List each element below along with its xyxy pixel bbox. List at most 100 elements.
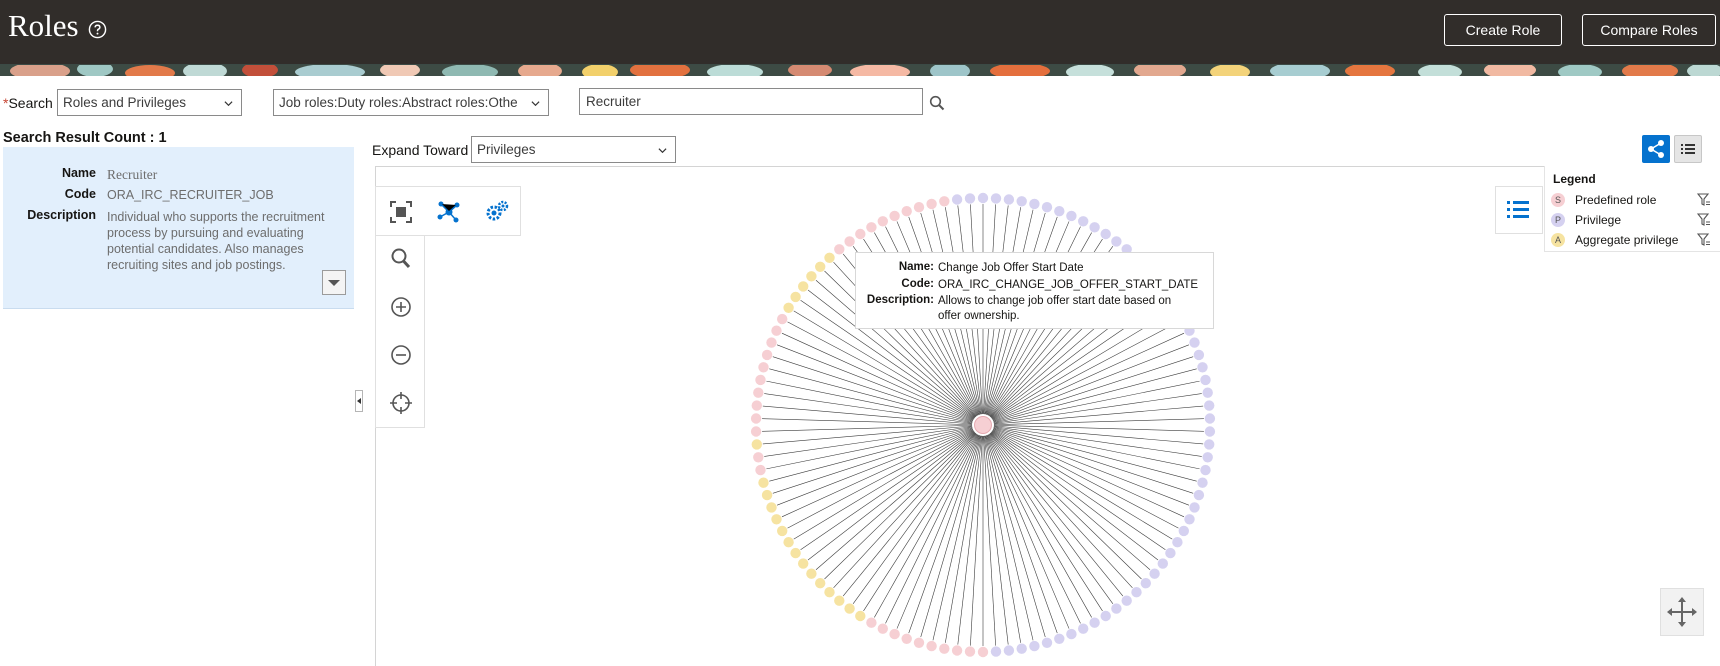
graph-node[interactable] [1016,196,1027,207]
graph-node[interactable] [755,374,766,386]
graph-node[interactable] [1149,568,1160,579]
list-view-button[interactable] [1674,135,1702,163]
graph-node[interactable] [844,603,855,614]
graph-node[interactable] [1003,194,1015,205]
settings-gears-icon[interactable] [484,199,510,225]
graph-node[interactable] [926,198,937,210]
graph-node[interactable] [1204,400,1215,411]
result-card[interactable]: Name Recruiter Code ORA_IRC_RECRUITER_JO… [3,147,354,309]
graph-node[interactable] [1089,617,1100,628]
graph-node[interactable] [977,192,989,204]
graph-node[interactable] [1165,547,1176,559]
graph-node[interactable] [866,222,877,233]
graph-node[interactable] [777,313,788,325]
graph-node[interactable] [815,578,826,589]
graph-node[interactable] [939,196,950,207]
graph-node[interactable] [901,206,912,217]
collapse-panel-handle[interactable] [355,390,363,412]
zoom-in-icon[interactable] [388,294,414,320]
expand-toward-select[interactable]: Privileges [471,136,676,163]
graph-node[interactable] [806,568,817,579]
filter-icon[interactable] [1697,213,1711,227]
graph-node[interactable] [1078,216,1089,227]
graph-node[interactable] [1197,477,1208,488]
center-target-icon[interactable] [388,390,414,416]
graph-node[interactable] [1100,228,1111,240]
graph-node[interactable] [1029,198,1040,210]
graph-node[interactable] [1189,502,1200,513]
graph-node[interactable] [1204,426,1216,437]
graph-node[interactable] [834,595,845,606]
graph-node[interactable] [1041,637,1053,648]
filter-icon[interactable] [1697,193,1711,207]
graph-node[interactable] [806,271,817,282]
graph-node[interactable] [951,194,963,205]
graph-node[interactable] [750,426,762,437]
graph-node[interactable] [1111,236,1122,247]
graph-node[interactable] [1193,349,1205,361]
graph-node[interactable] [889,628,900,640]
graph-node[interactable] [877,623,888,634]
graph-node[interactable] [766,502,777,513]
graph-node[interactable] [783,302,794,313]
graph-node[interactable] [777,525,788,537]
graph-node[interactable] [1157,558,1168,569]
graph-node[interactable] [798,558,809,569]
role-graph-canvas[interactable] [375,166,1720,666]
graph-node[interactable] [771,514,782,525]
graph-node[interactable] [939,643,950,654]
graph-node[interactable] [755,464,766,476]
graph-node[interactable] [901,633,912,644]
graph-node[interactable] [866,617,877,628]
help-icon[interactable] [88,20,107,39]
search-icon[interactable] [929,95,945,111]
search-type-select[interactable]: Roles and Privileges [57,89,242,116]
graph-node[interactable] [844,236,855,247]
graph-node[interactable] [790,291,801,303]
fit-to-screen-icon[interactable] [388,199,414,225]
graph-node[interactable] [889,210,900,222]
graph-node[interactable] [855,228,866,240]
graph-node[interactable] [1111,603,1122,614]
graph-node[interactable] [1202,452,1213,463]
graph-node[interactable] [1204,439,1215,450]
graph-node[interactable] [815,261,826,272]
graph-node[interactable] [1204,413,1216,424]
graph-node[interactable] [1016,643,1027,654]
graph-node[interactable] [990,193,1002,204]
graph-view-button[interactable] [1642,135,1670,163]
graph-node[interactable] [1200,464,1211,476]
graph-node[interactable] [1041,202,1053,213]
graph-node[interactable] [1066,628,1077,640]
graph-node[interactable] [758,362,769,373]
graph-node[interactable] [783,537,794,548]
graph-node[interactable] [751,400,762,411]
graph-node[interactable] [1089,222,1100,233]
graph-node[interactable] [761,489,773,501]
filter-icon[interactable] [1697,233,1711,247]
create-role-button[interactable]: Create Role [1444,14,1562,46]
graph-node[interactable] [790,547,801,559]
graph-node[interactable] [1003,645,1015,656]
graph-node[interactable] [951,645,963,656]
graph-node[interactable] [1066,210,1077,222]
pan-control-button[interactable] [1660,588,1704,636]
graph-node[interactable] [1197,362,1208,373]
center-role-node[interactable] [974,416,992,434]
graph-node[interactable] [766,337,777,348]
graph-node[interactable] [855,610,866,622]
graph-node[interactable] [1140,578,1151,589]
graph-node[interactable] [753,387,764,398]
legend-toggle-button[interactable] [1495,186,1543,234]
graph-node[interactable] [926,640,937,652]
graph-node[interactable] [761,349,773,361]
graph-node[interactable] [1131,587,1142,598]
role-types-select[interactable]: Job roles:Duty roles:Abstract roles:Othe [273,89,549,116]
graph-node[interactable] [1054,206,1065,217]
graph-node[interactable] [824,587,835,598]
graph-node[interactable] [824,252,835,263]
network-layout-icon[interactable] [436,199,462,225]
graph-node[interactable] [758,477,769,488]
graph-node[interactable] [1172,537,1183,548]
graph-node[interactable] [753,452,764,463]
